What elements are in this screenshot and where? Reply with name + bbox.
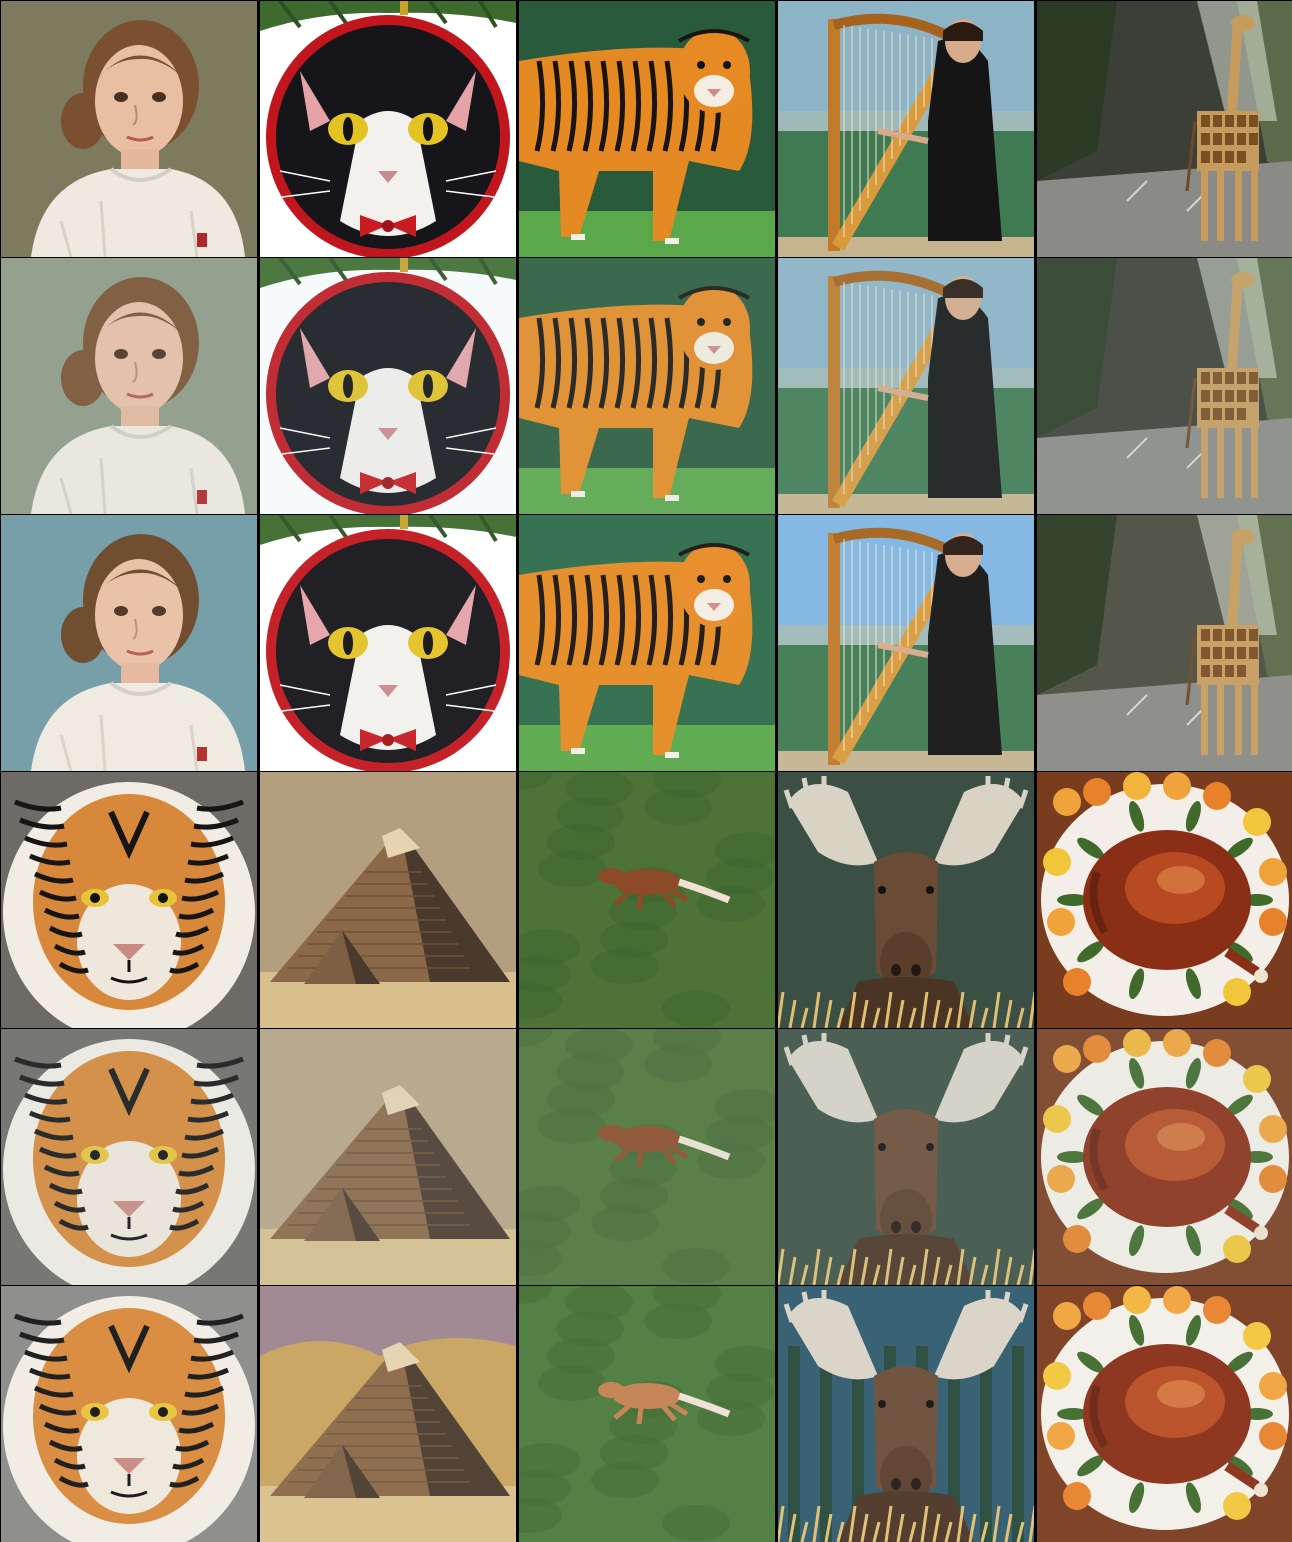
image-cell-tiger-walking-painting	[519, 1, 775, 257]
image-cell-giraffe-street-painterly	[1037, 258, 1292, 514]
tiger-walking-image	[519, 515, 775, 771]
girl-portrait-image	[1, 258, 257, 514]
image-cell-roast-turkey-anime	[1037, 1286, 1292, 1542]
image-cell-roast-turkey-photo	[1037, 772, 1292, 1028]
image-cell-pyramids-painterly	[260, 1029, 516, 1285]
image-cell-moose-anime	[778, 1286, 1034, 1542]
tuxedo-cat-ornament-image	[260, 1, 516, 257]
image-cell-tiger-walking-anime	[519, 515, 775, 771]
giraffe-street-image	[1037, 1, 1292, 257]
image-cell-roast-turkey-painterly	[1037, 1029, 1292, 1285]
image-cell-tuxedo-cat-ornament-anime	[260, 515, 516, 771]
image-grid	[0, 0, 1292, 1542]
tiger-face-image	[1, 1029, 257, 1285]
image-cell-tiger-face-photo	[1, 772, 257, 1028]
tiger-face-image	[1, 772, 257, 1028]
image-cell-tiger-face-anime	[1, 1286, 257, 1542]
harpist-image	[778, 1, 1034, 257]
image-cell-harpist-anime	[778, 515, 1034, 771]
giraffe-street-image	[1037, 258, 1292, 514]
harpist-image	[778, 515, 1034, 771]
giraffe-street-image	[1037, 515, 1292, 771]
tuxedo-cat-ornament-image	[260, 258, 516, 514]
image-cell-girl-portrait-painting	[1, 1, 257, 257]
image-cell-pyramids-photo	[260, 772, 516, 1028]
image-cell-tuxedo-cat-ornament-painterly	[260, 258, 516, 514]
image-cell-tuxedo-cat-ornament-painting	[260, 1, 516, 257]
tuxedo-cat-ornament-image	[260, 515, 516, 771]
moose-image	[778, 1029, 1034, 1285]
tiger-walking-image	[519, 1, 775, 257]
pyramids-image	[260, 1029, 516, 1285]
tiger-face-image	[1, 1286, 257, 1542]
image-cell-tiger-walking-painterly	[519, 258, 775, 514]
image-cell-harpist-painting	[778, 1, 1034, 257]
image-cell-horse-on-grass-painterly	[519, 1029, 775, 1285]
horse-on-grass-image	[519, 772, 775, 1028]
girl-portrait-image	[1, 515, 257, 771]
image-cell-girl-portrait-painterly	[1, 258, 257, 514]
roast-turkey-image	[1037, 1286, 1292, 1542]
image-cell-moose-painterly	[778, 1029, 1034, 1285]
image-cell-giraffe-street-anime	[1037, 515, 1292, 771]
image-cell-tiger-face-painterly	[1, 1029, 257, 1285]
image-cell-horse-on-grass-anime	[519, 1286, 775, 1542]
moose-image	[778, 772, 1034, 1028]
image-cell-girl-portrait-anime	[1, 515, 257, 771]
image-cell-pyramids-anime	[260, 1286, 516, 1542]
pyramids-image	[260, 1286, 516, 1542]
roast-turkey-image	[1037, 1029, 1292, 1285]
pyramids-image	[260, 772, 516, 1028]
harpist-image	[778, 258, 1034, 514]
roast-turkey-image	[1037, 772, 1292, 1028]
horse-on-grass-image	[519, 1286, 775, 1542]
image-cell-horse-on-grass-photo	[519, 772, 775, 1028]
girl-portrait-image	[1, 1, 257, 257]
tiger-walking-image	[519, 258, 775, 514]
moose-image	[778, 1286, 1034, 1542]
image-cell-moose-photo	[778, 772, 1034, 1028]
image-cell-giraffe-street-painting	[1037, 1, 1292, 257]
image-cell-harpist-painterly	[778, 258, 1034, 514]
horse-on-grass-image	[519, 1029, 775, 1285]
